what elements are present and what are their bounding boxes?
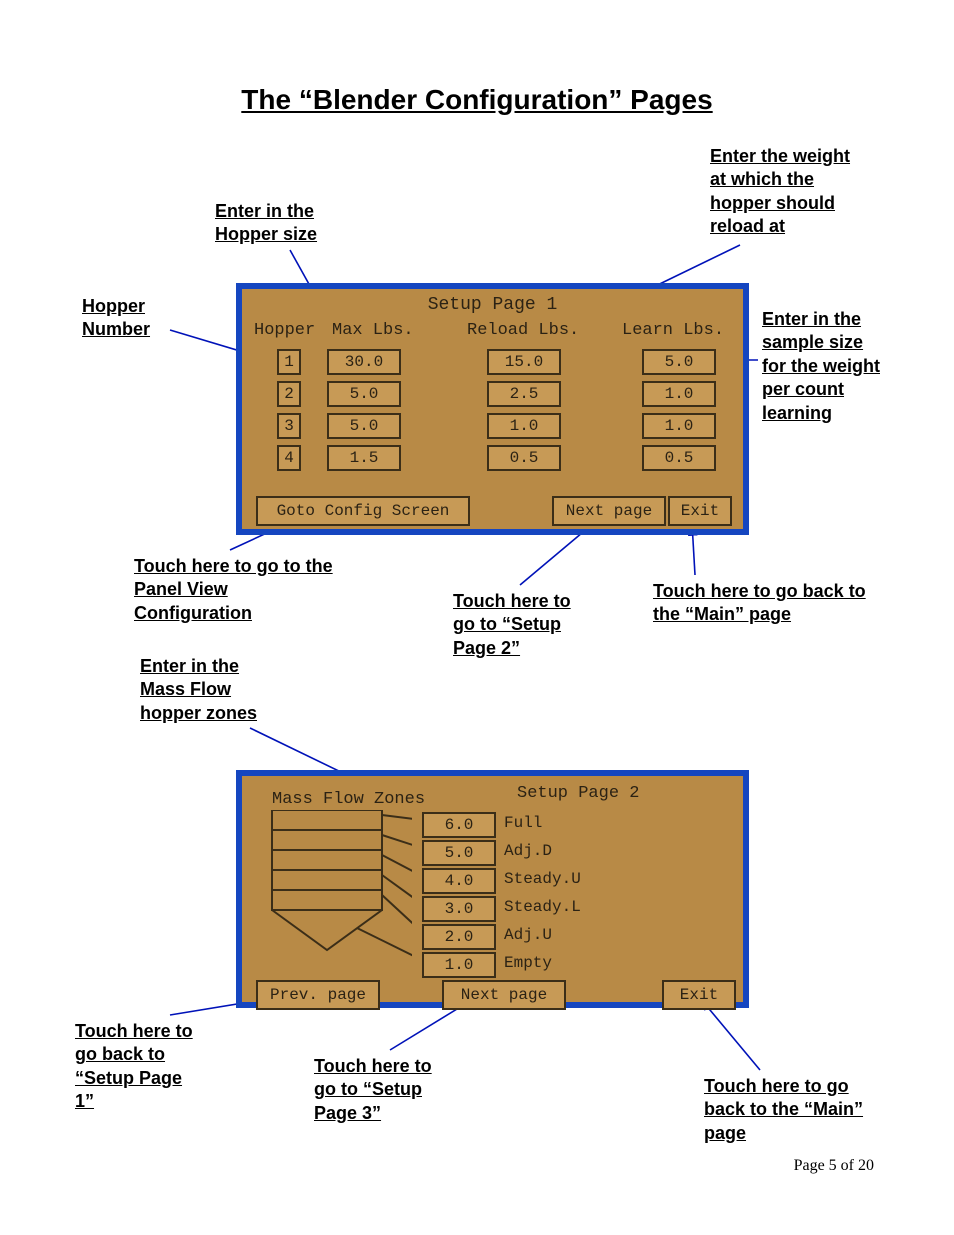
zone-lbl-6: Empty (504, 954, 552, 972)
zone-lbl-1: Full (504, 814, 542, 832)
hopper-num-2: 2 (277, 381, 301, 407)
exit-button[interactable]: Exit (668, 496, 732, 526)
reload-lbs-1[interactable]: 15.0 (487, 349, 561, 375)
reload-lbs-3[interactable]: 1.0 (487, 413, 561, 439)
col-max: Max Lbs. (332, 321, 414, 340)
reload-lbs-4[interactable]: 0.5 (487, 445, 561, 471)
prev-page-button[interactable]: Prev. page (256, 980, 380, 1010)
zone-val-2[interactable]: 5.0 (422, 840, 496, 866)
callout-sample-size: Enter in the sample size for the weight … (762, 308, 882, 425)
callout-setup2: Touch here to go to “Setup Page 2” (453, 590, 593, 660)
callout-reload-weight: Enter the weight at which the hopper sho… (710, 145, 870, 239)
zone-lbl-3: Steady.U (504, 870, 581, 888)
screen-setup-page-2: Setup Page 2 Mass Flow Zones 6.0 Full 5.… (236, 770, 749, 1008)
col-learn: Learn Lbs. (622, 321, 724, 340)
hopper-num-1: 1 (277, 349, 301, 375)
screen-setup-page-1: Setup Page 1 Hopper Max Lbs. Reload Lbs.… (236, 283, 749, 535)
massflow-heading: Mass Flow Zones (272, 790, 425, 809)
reload-lbs-2[interactable]: 2.5 (487, 381, 561, 407)
callout-massflow: Enter in the Mass Flow hopper zones (140, 655, 280, 725)
callout-main1: Touch here to go back to the “Main” page (653, 580, 873, 627)
callout-hopper-size: Enter in the Hopper size (215, 200, 335, 247)
zone-lbl-4: Steady.L (504, 898, 581, 916)
hopper-zone-icon (262, 810, 412, 980)
next-page-button[interactable]: Next page (552, 496, 666, 526)
max-lbs-4[interactable]: 1.5 (327, 445, 401, 471)
learn-lbs-1[interactable]: 5.0 (642, 349, 716, 375)
zone-lbl-5: Adj.U (504, 926, 552, 944)
goto-config-button[interactable]: Goto Config Screen (256, 496, 470, 526)
zone-val-6[interactable]: 1.0 (422, 952, 496, 978)
max-lbs-1[interactable]: 30.0 (327, 349, 401, 375)
col-reload: Reload Lbs. (467, 321, 579, 340)
zone-val-1[interactable]: 6.0 (422, 812, 496, 838)
max-lbs-3[interactable]: 5.0 (327, 413, 401, 439)
learn-lbs-3[interactable]: 1.0 (642, 413, 716, 439)
zone-val-5[interactable]: 2.0 (422, 924, 496, 950)
page-title: The “Blender Configuration” Pages (0, 84, 954, 116)
zone-lbl-2: Adj.D (504, 842, 552, 860)
exit-button-2[interactable]: Exit (662, 980, 736, 1010)
callout-panelview: Touch here to go to the Panel View Confi… (134, 555, 334, 625)
hopper-num-4: 4 (277, 445, 301, 471)
hopper-num-3: 3 (277, 413, 301, 439)
learn-lbs-4[interactable]: 0.5 (642, 445, 716, 471)
callout-hopper-number: Hopper Number (82, 295, 172, 342)
callout-main2: Touch here to go back to the “Main” page (704, 1075, 874, 1145)
zone-val-3[interactable]: 4.0 (422, 868, 496, 894)
col-hopper: Hopper (254, 321, 315, 340)
zone-val-4[interactable]: 3.0 (422, 896, 496, 922)
callout-setup3: Touch here to go to “Setup Page 3” (314, 1055, 454, 1125)
learn-lbs-2[interactable]: 1.0 (642, 381, 716, 407)
max-lbs-2[interactable]: 5.0 (327, 381, 401, 407)
screen2-title: Setup Page 2 (517, 784, 639, 803)
next-page-button-2[interactable]: Next page (442, 980, 566, 1010)
screen1-title: Setup Page 1 (242, 289, 743, 315)
callout-setup1-back: Touch here to go back to “Setup Page 1” (75, 1020, 205, 1114)
page-footer: Page 5 of 20 (794, 1157, 874, 1175)
